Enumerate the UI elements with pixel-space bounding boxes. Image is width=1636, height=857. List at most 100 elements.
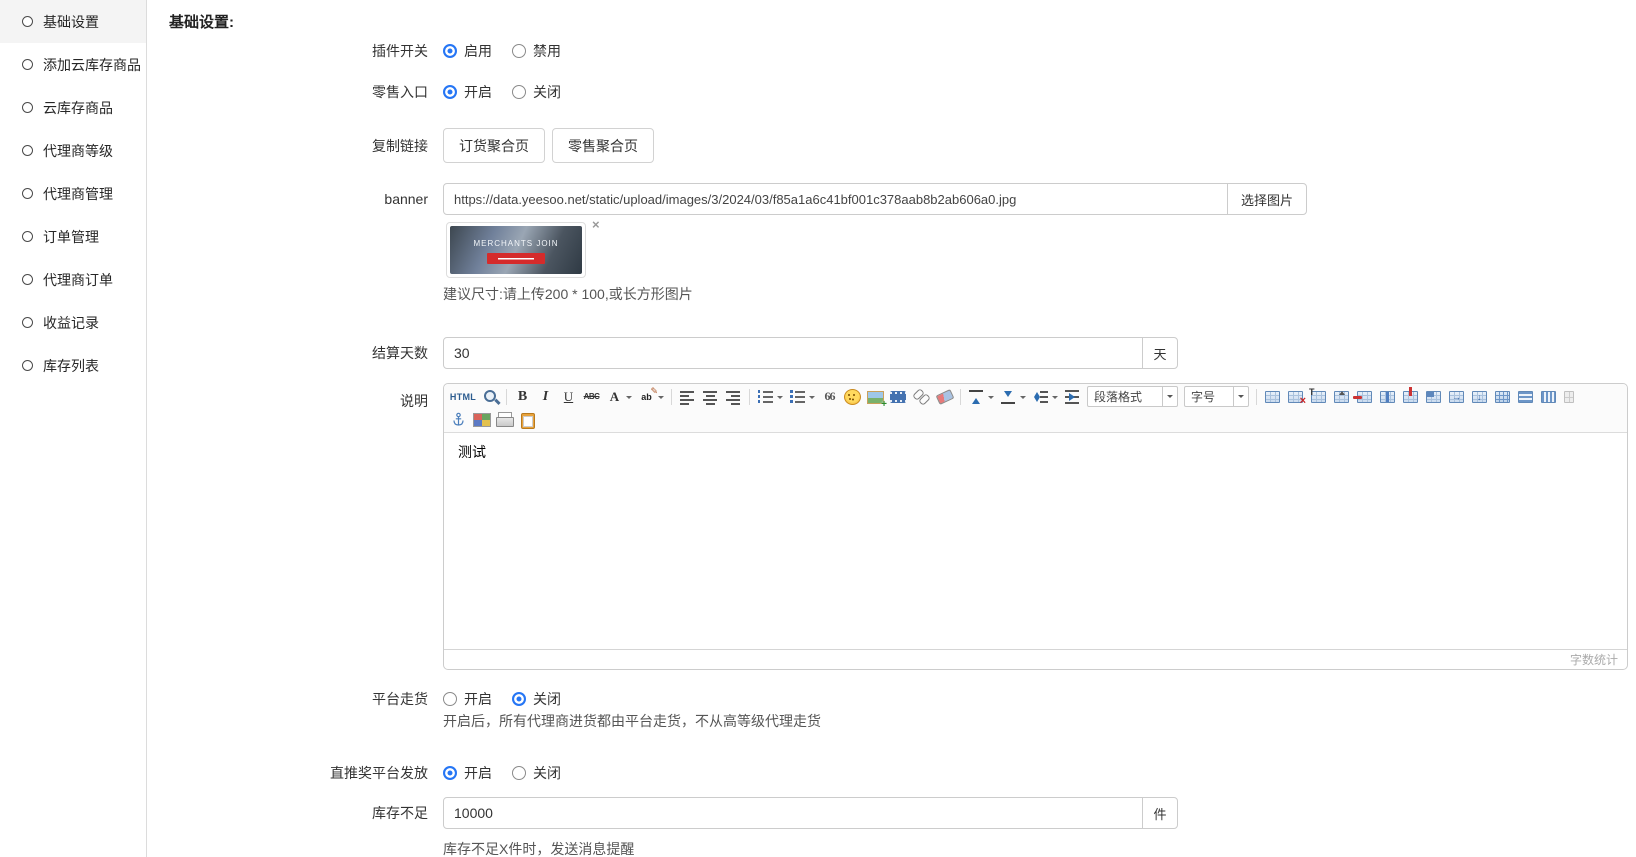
radio-selected-icon[interactable]	[443, 85, 457, 99]
dropdown-caret-icon[interactable]	[1020, 396, 1026, 402]
align-left-icon[interactable]	[677, 387, 698, 407]
dropdown-caret-icon[interactable]	[658, 396, 664, 402]
remove-format-icon[interactable]	[934, 387, 955, 407]
radio-unselected-icon[interactable]	[443, 692, 457, 706]
preview-icon[interactable]	[480, 387, 501, 407]
font-size-select[interactable]: 字号	[1184, 386, 1249, 407]
delete-row-icon[interactable]	[1357, 391, 1372, 403]
retail-entry-radio-off[interactable]: 关闭	[512, 82, 561, 102]
emoticon-icon[interactable]	[842, 387, 863, 407]
radio-selected-icon[interactable]	[512, 692, 526, 706]
plugin-switch-row: 插件开关 启用 禁用	[148, 41, 1636, 61]
retail-aggregate-page-button[interactable]: 零售聚合页	[552, 128, 654, 163]
plugin-switch-radio-enable[interactable]: 启用	[443, 41, 492, 61]
highlight-color-button[interactable]: ab	[636, 387, 657, 407]
circle-icon	[22, 360, 33, 371]
select-caret-icon[interactable]	[1162, 387, 1177, 406]
sidebar-item-add-cloud-stock-goods[interactable]: 添加云库存商品	[0, 43, 146, 86]
table-row-layout-icon[interactable]	[1518, 391, 1533, 403]
low-stock-label: 库存不足	[148, 803, 443, 823]
line-height-icon[interactable]	[1030, 387, 1051, 407]
print-icon[interactable]	[494, 410, 515, 430]
table-properties-icon[interactable]	[1311, 391, 1326, 403]
platform-ship-radio-off[interactable]: 关闭	[512, 689, 561, 709]
dropdown-caret-icon[interactable]	[1052, 396, 1058, 402]
insert-column-icon[interactable]	[1380, 391, 1395, 403]
align-bottom-icon[interactable]	[998, 387, 1019, 407]
anchor-icon[interactable]	[448, 410, 469, 430]
strikethrough-button[interactable]: ABC	[581, 387, 602, 407]
align-top-icon[interactable]	[966, 387, 987, 407]
delete-column-icon[interactable]	[1403, 391, 1418, 403]
editor-content[interactable]: 测试	[444, 433, 1627, 649]
radio-unselected-icon[interactable]	[512, 766, 526, 780]
sidebar-item-cloud-stock-goods[interactable]: 云库存商品	[0, 86, 146, 129]
split-cells-icon[interactable]	[1495, 391, 1510, 403]
delete-table-icon[interactable]	[1288, 391, 1303, 403]
radio-selected-icon[interactable]	[443, 44, 457, 58]
paragraph-format-select[interactable]: 段落格式	[1087, 386, 1178, 407]
radio-label: 开启	[464, 82, 492, 102]
settle-days-input[interactable]	[443, 337, 1143, 369]
sidebar-item-stock-list[interactable]: 库存列表	[0, 344, 146, 387]
select-caret-icon[interactable]	[1233, 387, 1248, 406]
map-icon[interactable]	[471, 410, 492, 430]
banner-row: banner 选择图片	[148, 183, 1636, 215]
sidebar-item-order-manage[interactable]: 订单管理	[0, 215, 146, 258]
platform-ship-radio-on[interactable]: 开启	[443, 689, 492, 709]
sidebar: 基础设置 添加云库存商品 云库存商品 代理商等级 代理商管理 订单管理 代理商订…	[0, 0, 147, 857]
merge-cells-down-icon[interactable]	[1472, 391, 1487, 403]
sidebar-item-label: 库存列表	[43, 356, 99, 376]
align-right-icon[interactable]	[723, 387, 744, 407]
font-color-button[interactable]: A	[604, 387, 625, 407]
sidebar-item-agent-manage[interactable]: 代理商管理	[0, 172, 146, 215]
direct-reward-radio-off[interactable]: 关闭	[512, 763, 561, 783]
ordered-list-icon[interactable]	[755, 387, 776, 407]
remove-image-icon[interactable]: ×	[592, 218, 600, 231]
sidebar-item-label: 代理商等级	[43, 141, 113, 161]
blockquote-icon[interactable]: 66	[819, 387, 840, 407]
sidebar-item-agent-level[interactable]: 代理商等级	[0, 129, 146, 172]
banner-thumbnail: MERCHANTS JOIN	[446, 222, 586, 278]
underline-button[interactable]: U	[558, 387, 579, 407]
dropdown-caret-icon[interactable]	[809, 396, 815, 402]
insert-table-icon[interactable]	[1265, 391, 1280, 403]
align-center-icon[interactable]	[700, 387, 721, 407]
banner-thumbnail-wrap: MERCHANTS JOIN ×	[446, 222, 600, 278]
insert-link-icon[interactable]	[911, 387, 932, 407]
plugin-switch-label: 插件开关	[148, 41, 443, 61]
indent-icon[interactable]	[1062, 387, 1083, 407]
choose-image-button[interactable]: 选择图片	[1227, 183, 1307, 215]
circle-icon	[22, 59, 33, 70]
radio-unselected-icon[interactable]	[512, 44, 526, 58]
insert-image-icon[interactable]	[865, 387, 886, 407]
circle-icon	[22, 188, 33, 199]
retail-entry-radio-on[interactable]: 开启	[443, 82, 492, 102]
cell-properties-icon[interactable]	[1426, 391, 1441, 403]
sidebar-item-label: 订单管理	[43, 227, 99, 247]
order-aggregate-page-button[interactable]: 订货聚合页	[443, 128, 545, 163]
table-column-layout-icon[interactable]	[1541, 391, 1556, 403]
low-stock-input[interactable]	[443, 797, 1143, 829]
dropdown-caret-icon[interactable]	[626, 396, 632, 402]
radio-selected-icon[interactable]	[443, 766, 457, 780]
sidebar-item-agent-orders[interactable]: 代理商订单	[0, 258, 146, 301]
banner-url-input[interactable]	[443, 183, 1228, 215]
sidebar-item-income-records[interactable]: 收益记录	[0, 301, 146, 344]
merge-cells-right-icon[interactable]	[1449, 391, 1464, 403]
direct-reward-radio-on[interactable]: 开启	[443, 763, 492, 783]
italic-button[interactable]: I	[535, 387, 556, 407]
unordered-list-icon[interactable]	[787, 387, 808, 407]
settings-form: 基础设置: 插件开关 启用 禁用 零售入口 开启 关闭	[148, 0, 1636, 857]
dropdown-caret-icon[interactable]	[988, 396, 994, 402]
html-source-button[interactable]: HTML	[448, 387, 478, 407]
insert-media-icon[interactable]	[888, 387, 909, 407]
dropdown-caret-icon[interactable]	[777, 396, 783, 402]
bold-button[interactable]: B	[512, 387, 533, 407]
radio-unselected-icon[interactable]	[512, 85, 526, 99]
paste-icon[interactable]	[517, 410, 538, 430]
insert-row-icon[interactable]	[1334, 391, 1349, 403]
plugin-switch-radio-disable[interactable]: 禁用	[512, 41, 561, 61]
sidebar-item-basic-settings[interactable]: 基础设置	[0, 0, 146, 43]
radio-label: 启用	[464, 41, 492, 61]
